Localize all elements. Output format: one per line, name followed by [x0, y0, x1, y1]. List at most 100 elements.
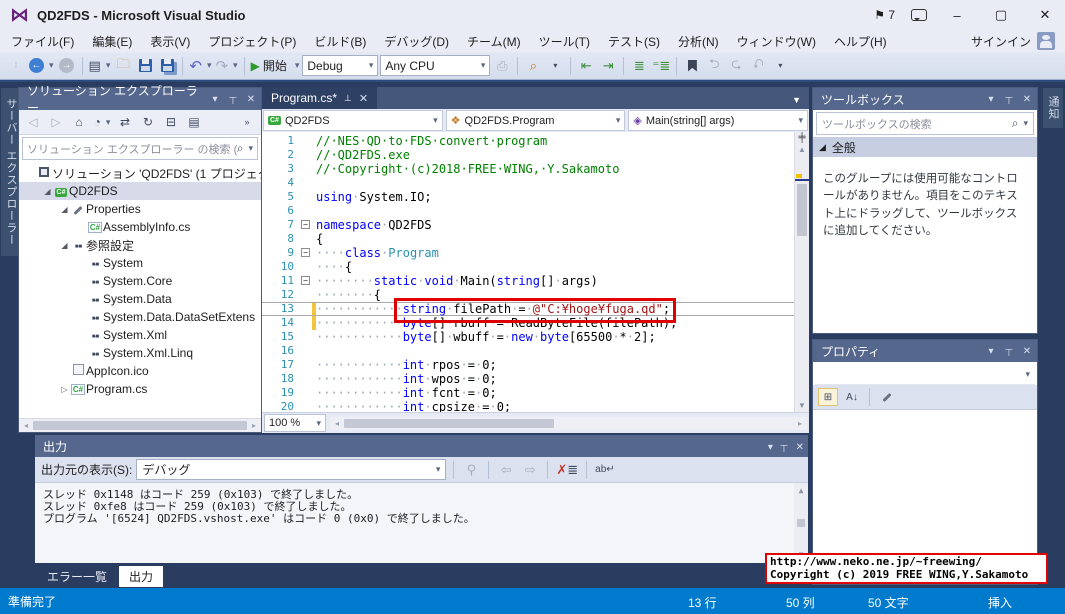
navigate-backward-button[interactable]: ←▾ — [28, 56, 55, 76]
code-line-2[interactable]: 2//·QD2FDS.exe — [262, 148, 794, 162]
tree-item[interactable]: AppIcon.ico — [19, 362, 261, 380]
editor-vscrollbar[interactable]: ╪ ▲ ▼ — [794, 132, 809, 412]
new-file-button[interactable]: ▤▾ — [88, 56, 112, 76]
navigate-forward-button[interactable]: → — [57, 56, 77, 76]
toolbar-overflow-icon[interactable]: » — [237, 113, 257, 131]
scroll-left-icon[interactable]: ◂ — [330, 419, 344, 428]
toolbox-section-general[interactable]: ◢ 全般 — [813, 137, 1037, 157]
next-bookmark-button[interactable]: ⮎ — [726, 56, 746, 76]
auto-hide-pin-icon[interactable]: ⊥ — [1001, 346, 1017, 357]
tree-item[interactable]: ■-■System.Data — [19, 290, 261, 308]
properties-page-icon[interactable]: ▤ — [184, 113, 204, 131]
tree-item[interactable]: ■-■System.Xml — [19, 326, 261, 344]
code-line-15[interactable]: 15············byte[]·wbuff·=·new·byte[65… — [262, 330, 794, 344]
bottom-tab-1[interactable]: 出力 — [119, 566, 163, 587]
scroll-left-icon[interactable]: ◂ — [19, 421, 33, 430]
close-document-icon[interactable]: ✕ — [359, 92, 368, 105]
clear-all-icon[interactable]: ✗≣ — [555, 460, 579, 480]
scroll-down-icon[interactable]: ▼ — [795, 400, 809, 412]
previous-bookmark-button[interactable]: ⮌ — [704, 56, 724, 76]
toolbox-search-box[interactable]: ツールボックスの検索 ⌕ ▾ — [816, 112, 1034, 135]
previous-message-icon[interactable]: ⇦ — [496, 460, 516, 480]
tree-item[interactable]: ソリューション 'QD2FDS' (1 プロジェクト) — [19, 164, 261, 182]
decrease-indent-button[interactable]: ≣ — [629, 56, 649, 76]
code-line-10[interactable]: 10····{ — [262, 260, 794, 274]
search-icon[interactable]: ⌕ — [237, 141, 244, 156]
tree-item[interactable]: ◢■-■参照設定 — [19, 236, 261, 254]
scroll-right-icon[interactable]: ▸ — [793, 419, 807, 428]
bottom-tab-0[interactable]: エラー一覧 — [37, 566, 117, 587]
close-panel-icon[interactable]: ✕ — [796, 442, 804, 453]
tree-item[interactable]: ■-■System.Core — [19, 272, 261, 290]
menu-item-11[interactable]: ヘルプ(H) — [825, 30, 896, 53]
expand-arrow-icon[interactable]: ▷ — [59, 385, 70, 394]
categorized-icon[interactable]: ⊞ — [818, 388, 838, 406]
code-line-7[interactable]: 7−namespace·QD2FDS — [262, 218, 794, 232]
scroll-thumb[interactable] — [33, 421, 247, 430]
toggle-bookmark-button[interactable] — [682, 56, 702, 76]
output-text-area[interactable]: ▲ ▼ スレッド 0x1148 はコード 259 (0x103) で終了しました… — [35, 483, 808, 563]
auto-hide-pin-icon[interactable]: ⊥ — [225, 94, 241, 105]
code-line-17[interactable]: 17············int·rpos·=·0; — [262, 358, 794, 372]
toolbar-grip[interactable]: ⁞ — [6, 56, 26, 76]
save-button[interactable] — [135, 56, 155, 76]
scroll-up-icon[interactable]: ▲ — [799, 485, 804, 497]
type-dropdown[interactable]: ❖ QD2FDS.Program▾ — [446, 110, 626, 131]
close-panel-icon[interactable]: ✕ — [243, 94, 259, 105]
code-line-4[interactable]: 4 — [262, 176, 794, 190]
editor-hscrollbar[interactable]: ◂ ▸ — [330, 417, 807, 430]
back-icon[interactable]: ◁ — [23, 113, 43, 131]
collapse-arrow-icon[interactable]: ◢ — [59, 205, 70, 214]
close-panel-icon[interactable]: ✕ — [1019, 346, 1035, 357]
splitter-grip-icon[interactable]: ╪ — [798, 132, 805, 144]
solution-search-box[interactable]: ソリューション エクスプローラー の検索 (Ct ⌕ ▾ — [22, 137, 258, 160]
window-position-icon[interactable]: ▾ — [983, 94, 999, 105]
project-dropdown[interactable]: C# QD2FDS▾ — [263, 110, 443, 131]
start-debug-button[interactable]: ▶開始▾ — [250, 56, 301, 76]
menu-item-5[interactable]: デバッグ(D) — [375, 30, 458, 53]
menu-item-4[interactable]: ビルド(B) — [305, 30, 375, 53]
code-line-5[interactable]: 5using·System.IO; — [262, 190, 794, 204]
code-line-3[interactable]: 3//·Copyright·(c)2018·FREE·WING,·Y.Sakam… — [262, 162, 794, 176]
code-line-18[interactable]: 18············int·wpos·=·0; — [262, 372, 794, 386]
code-line-8[interactable]: 8{ — [262, 232, 794, 246]
search-icon[interactable]: ⌕ — [1012, 116, 1019, 131]
alphabetical-icon[interactable]: A↓ — [842, 388, 862, 406]
pin-icon[interactable]: ⊥ — [344, 93, 352, 104]
next-message-icon[interactable]: ⇨ — [520, 460, 540, 480]
window-position-icon[interactable]: ▾ — [768, 442, 773, 453]
scroll-right-icon[interactable]: ▸ — [247, 421, 261, 430]
member-dropdown[interactable]: ◈ Main(string[] args)▾ — [628, 110, 808, 131]
find-in-files-button[interactable]: ⌕ — [523, 56, 543, 76]
close-panel-icon[interactable]: ✕ — [1019, 94, 1035, 105]
output-vscrollbar[interactable]: ▲ ▼ — [794, 483, 808, 563]
menu-item-6[interactable]: チーム(M) — [458, 30, 530, 53]
clear-bookmarks-button[interactable]: ⮏ — [748, 56, 768, 76]
window-position-icon[interactable]: ▾ — [207, 94, 223, 105]
menu-item-3[interactable]: プロジェクト(P) — [199, 30, 305, 53]
fold-collapse-icon[interactable]: − — [300, 246, 312, 260]
code-line-6[interactable]: 6 — [262, 204, 794, 218]
sign-in-link[interactable]: サインイン — [971, 33, 1031, 50]
scroll-up-icon[interactable]: ▲ — [798, 144, 806, 156]
tree-item[interactable]: ◢Properties — [19, 200, 261, 218]
find-message-icon[interactable]: ⚲ — [461, 460, 481, 480]
sync-with-active-document-icon[interactable]: ⇄ — [115, 113, 135, 131]
tree-item[interactable]: C#AssemblyInfo.cs — [19, 218, 261, 236]
minimize-button[interactable]: – — [943, 8, 971, 23]
code-line-16[interactable]: 16 — [262, 344, 794, 358]
tree-item[interactable]: ■-■System — [19, 254, 261, 272]
forward-icon[interactable]: ▷ — [46, 113, 66, 131]
zoom-level-select[interactable]: 100 % ▾ — [264, 414, 326, 432]
attach-to-process-button[interactable]: ⎙ — [492, 56, 512, 76]
solution-explorer-hscrollbar[interactable]: ◂ ▸ — [19, 418, 261, 432]
code-line-20[interactable]: 20············int·cpsize·=·0; — [262, 400, 794, 412]
document-list-caret-icon[interactable]: ▼ — [792, 95, 809, 109]
fold-collapse-icon[interactable]: − — [300, 218, 312, 232]
refresh-icon[interactable]: ↻ — [138, 113, 158, 131]
scroll-thumb[interactable] — [797, 519, 805, 527]
scroll-thumb[interactable] — [344, 419, 554, 428]
menu-item-9[interactable]: 分析(N) — [669, 30, 728, 53]
menu-item-7[interactable]: ツール(T) — [530, 30, 599, 53]
collapse-arrow-icon[interactable]: ◢ — [42, 187, 53, 196]
